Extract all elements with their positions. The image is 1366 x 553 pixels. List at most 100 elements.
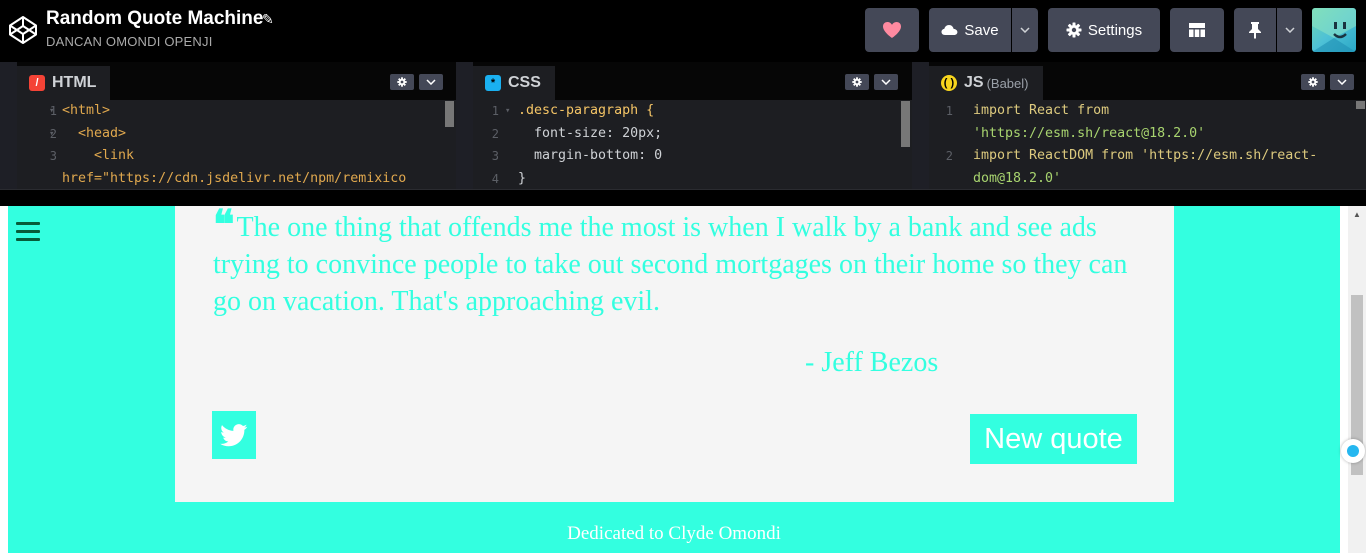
code-line: 'https://esm.sh/react@18.2.0' <box>929 123 1366 146</box>
save-button[interactable]: Save <box>929 8 1011 52</box>
code-text: import React from <box>973 103 1110 118</box>
line-number: 2 <box>491 126 499 141</box>
line-number: 3 <box>49 149 57 163</box>
cloud-icon <box>941 25 958 35</box>
css-asterisk-icon: * <box>485 75 501 91</box>
code-text: <head> <box>62 125 127 141</box>
line-number: 4 <box>491 171 499 186</box>
fold-arrow-icon[interactable]: ▾ <box>505 100 510 123</box>
code-line: 2 font-size: 20px; <box>473 123 912 146</box>
chevron-down-icon <box>1337 79 1347 85</box>
new-quote-button[interactable]: New quote <box>970 414 1137 464</box>
codepen-logo-icon[interactable] <box>8 15 38 45</box>
preview-page: ❝The one thing that offends me the most … <box>8 206 1340 553</box>
html-scrollbar[interactable] <box>445 101 454 127</box>
code-text: <html> <box>62 103 111 118</box>
js-settings-button[interactable] <box>1301 74 1325 90</box>
html-tab-label: HTML <box>52 74 97 91</box>
line-number: 3 <box>491 149 499 163</box>
assistant-dot-icon <box>1347 445 1359 457</box>
tweet-quote-button[interactable] <box>212 411 256 459</box>
code-line: 1 ▾ .desc-paragraph { <box>473 100 912 123</box>
gear-icon <box>397 77 407 87</box>
js-tab-label: JS <box>964 74 984 91</box>
chevron-down-icon <box>426 79 436 85</box>
line-number: 2 <box>945 149 953 163</box>
html-editor[interactable]: / HTML 1 ▾ <html> 2 ▾ <head> 3 <link href="… <box>17 62 456 189</box>
code-text: 'https://esm.sh/react@18.2.0' <box>973 125 1206 141</box>
html-settings-button[interactable] <box>390 74 414 90</box>
code-line: 2 ▾ <head> <box>17 123 456 146</box>
change-view-button[interactable] <box>1170 8 1224 52</box>
code-text: <link <box>62 148 135 163</box>
code-text: margin-bottom: 0 <box>518 148 663 163</box>
quote-text: The one thing that offends me the most i… <box>213 212 1128 317</box>
editor-panels: / HTML 1 ▾ <html> 2 ▾ <head> 3 <link href="… <box>0 62 1366 189</box>
html-collapse-button[interactable] <box>419 74 443 90</box>
code-line: href="https://cdn.jsdelivr.net/npm/remix… <box>17 168 456 190</box>
code-line: 4} <box>473 168 912 190</box>
save-options-button[interactable] <box>1012 8 1038 52</box>
code-text: import ReactDOM from 'https://esm.sh/rea… <box>973 148 1318 163</box>
css-editor[interactable]: * CSS 1 ▾ .desc-paragraph { 2 font-size: 2… <box>473 62 912 189</box>
quote-mark-icon: ❝ <box>213 206 235 247</box>
chevron-down-icon <box>1284 27 1295 33</box>
pin-button[interactable] <box>1234 8 1276 52</box>
heart-icon <box>883 22 901 38</box>
fold-arrow-icon[interactable]: ▾ <box>49 100 54 123</box>
code-text: font-size: 20px; <box>518 125 663 141</box>
code-line: dom@18.2.0' <box>929 168 1366 190</box>
love-button[interactable] <box>865 8 919 52</box>
code-text: dom@18.2.0' <box>973 170 1062 186</box>
preview-scrollbar[interactable]: ▲ <box>1348 206 1366 553</box>
code-text: } <box>518 170 527 186</box>
scroll-up-arrow-icon[interactable]: ▲ <box>1353 210 1361 219</box>
css-tab-label: CSS <box>508 74 541 91</box>
code-line: 1 import React from <box>929 100 1366 123</box>
js-editor[interactable]: ( ) JS (Babel) 1 import React from 'https… <box>929 62 1366 189</box>
js-collapse-button[interactable] <box>1330 74 1354 90</box>
result-preview: ❝The one thing that offends me the most … <box>0 206 1366 553</box>
edit-title-icon[interactable]: ✎ <box>262 11 274 28</box>
line-number: 1 <box>491 104 499 118</box>
quote-author: - Jeff Bezos <box>805 347 939 378</box>
save-label: Save <box>964 21 999 39</box>
user-avatar[interactable] <box>1312 8 1356 52</box>
css-editor-header: * CSS <box>473 62 912 100</box>
line-number: 1 <box>945 104 953 118</box>
twitter-icon <box>220 423 248 446</box>
settings-label: Settings <box>1087 21 1143 39</box>
js-tab-sublabel: (Babel) <box>986 75 1029 91</box>
css-collapse-button[interactable] <box>874 74 898 90</box>
settings-button[interactable]: Settings <box>1048 8 1160 52</box>
css-code[interactable]: 1 ▾ .desc-paragraph { 2 font-size: 20px; 3… <box>473 100 912 189</box>
pin-options-button[interactable] <box>1277 8 1302 52</box>
floating-assistant-button[interactable] <box>1341 439 1365 463</box>
css-settings-button[interactable] <box>845 74 869 90</box>
js-code[interactable]: 1 import React from 'https://esm.sh/react… <box>929 100 1366 189</box>
pen-author[interactable]: DANCAN OMONDI OPENJI <box>46 34 213 49</box>
pen-title[interactable]: Random Quote Machine <box>46 8 263 30</box>
code-text: href="https://cdn.jsdelivr.net/npm/remix… <box>62 170 407 186</box>
html-slash-icon: / <box>29 75 45 91</box>
editor-resize-handle[interactable] <box>0 189 1366 206</box>
dedication-text: Dedicated to Clyde Omondi <box>567 523 781 544</box>
html-editor-header: / HTML <box>17 62 456 100</box>
js-babel-icon: ( ) <box>941 75 957 91</box>
hamburger-icon[interactable] <box>16 222 40 241</box>
tab-html[interactable]: / HTML <box>17 66 111 100</box>
tab-js[interactable]: ( ) JS (Babel) <box>929 66 1043 100</box>
css-scrollbar[interactable] <box>901 101 910 147</box>
code-line: 3 margin-bottom: 0 <box>473 145 912 168</box>
js-scrollbar[interactable] <box>1356 101 1365 109</box>
code-line: 3 <link <box>17 145 456 168</box>
avatar-face-icon <box>1312 8 1356 52</box>
pin-icon <box>1249 22 1261 39</box>
html-code[interactable]: 1 ▾ <html> 2 ▾ <head> 3 <link href="https:/… <box>17 100 456 189</box>
chevron-down-icon <box>881 79 891 85</box>
layout-grid-icon <box>1189 23 1205 37</box>
fold-arrow-icon[interactable]: ▾ <box>49 123 54 146</box>
tab-css[interactable]: * CSS <box>473 66 555 100</box>
quote-box: ❝The one thing that offends me the most … <box>175 206 1174 502</box>
top-header: Random Quote Machine ✎ DANCAN OMONDI OPE… <box>0 0 1366 62</box>
